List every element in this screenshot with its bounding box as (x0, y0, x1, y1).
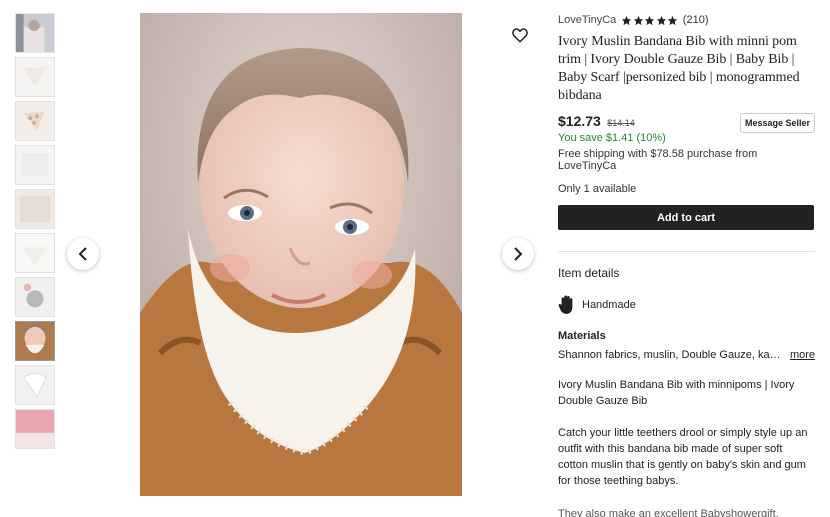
thumbnail-2[interactable] (15, 57, 55, 97)
chevron-left-icon (78, 247, 87, 261)
product-title: Ivory Muslin Bandana Bib with minni pom … (558, 34, 800, 103)
rating-stars (621, 15, 679, 26)
materials-more-link[interactable]: more (790, 349, 815, 361)
star-icon (668, 15, 678, 25)
thumbnail-list (15, 13, 56, 453)
star-icon (622, 15, 632, 25)
divider (558, 251, 815, 252)
item-details-heading: Item details (558, 266, 620, 280)
availability-text: Only 1 available (558, 183, 637, 195)
hand-icon (558, 295, 573, 314)
price-row: $12.73 $14.14 You save $1.41 (10%) Messa… (558, 113, 815, 145)
thumbnail-10[interactable] (15, 409, 55, 449)
thumbnail-9[interactable] (15, 365, 55, 405)
handmade-row: Handmade (558, 295, 815, 315)
thumbnail-3[interactable] (15, 101, 55, 141)
favorite-button[interactable] (511, 26, 529, 44)
next-image-button[interactable] (502, 238, 534, 270)
savings-text: You save $1.41 (10%) (558, 132, 666, 144)
star-icon (633, 15, 643, 25)
main-product-image (140, 13, 462, 496)
materials-list: Shannon fabrics, muslin, Double Gauze, k… (558, 349, 784, 361)
handmade-label: Handmade (582, 299, 636, 311)
thumbnail-8-selected[interactable] (15, 321, 55, 361)
review-count[interactable]: (210) (683, 14, 709, 26)
thumbnail-7[interactable] (15, 277, 55, 317)
thumbnail-1[interactable] (15, 13, 55, 53)
message-seller-button[interactable]: Message Seller (740, 113, 815, 133)
shop-name-link[interactable]: LoveTinyCa (558, 14, 616, 26)
shipping-info: Free shipping with $78.58 purchase from … (558, 148, 758, 172)
add-to-cart-button[interactable]: Add to cart (558, 205, 814, 230)
chevron-right-icon (514, 247, 523, 261)
description-paragraph-1: Ivory Muslin Bandana Bib with minnipoms … (558, 379, 795, 407)
thumbnail-5[interactable] (15, 189, 55, 229)
product-info-panel: LoveTinyCa (210) Ivory Muslin Bandana Bi… (558, 12, 815, 517)
star-icon (656, 15, 666, 25)
thumbnail-4[interactable] (15, 145, 55, 185)
previous-image-button[interactable] (67, 238, 99, 270)
original-price: $14.14 (607, 118, 635, 128)
current-price: $12.73 (558, 113, 601, 129)
star-icon (645, 15, 655, 25)
description-paragraph-2: Catch your little teethers drool or simp… (558, 427, 808, 487)
shop-rating-row: LoveTinyCa (210) (558, 12, 815, 28)
heart-icon (512, 28, 528, 43)
materials-heading: Materials (558, 330, 606, 342)
materials-row: Shannon fabrics, muslin, Double Gauze, k… (558, 349, 815, 361)
thumbnail-6[interactable] (15, 233, 55, 273)
description-paragraph-3: They also make an excellent Babyshowergi… (558, 508, 779, 517)
